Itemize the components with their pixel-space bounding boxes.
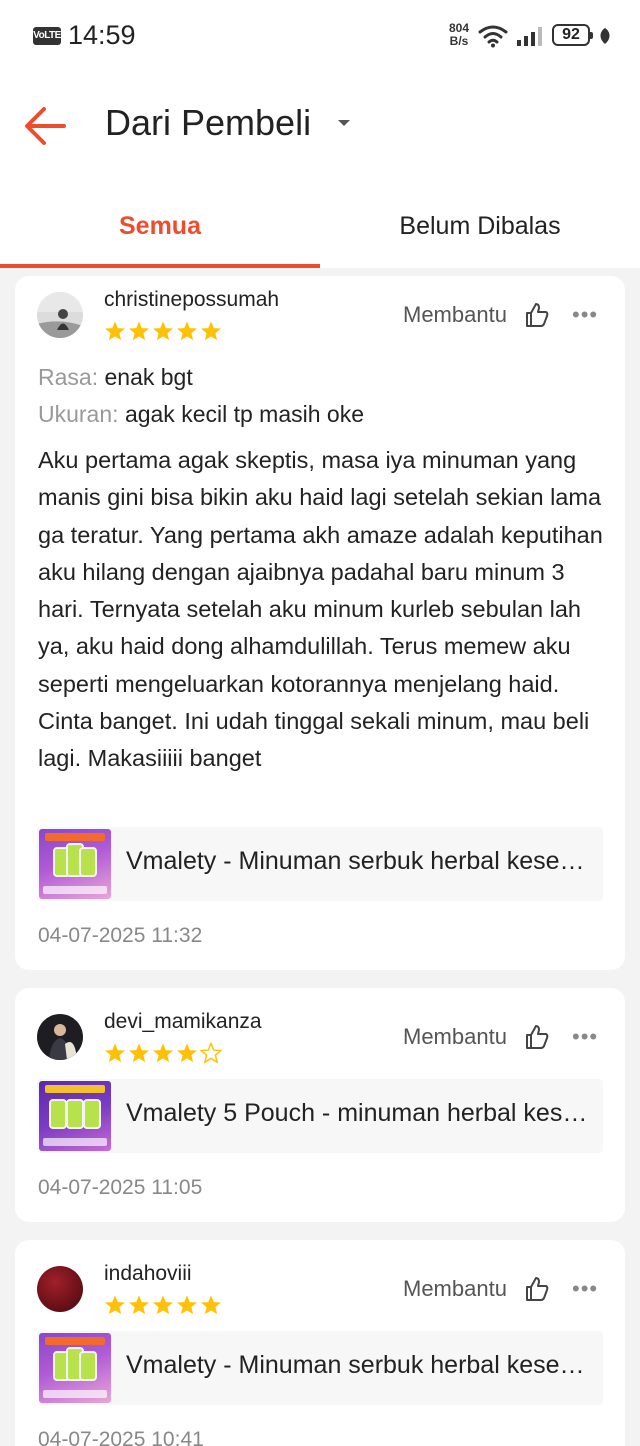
star-filled-icon (129, 321, 149, 341)
star-rating (104, 320, 222, 342)
helpful-button[interactable]: Membantu (403, 1276, 507, 1302)
more-options-button[interactable]: ••• (572, 302, 598, 328)
status-bar: VoLTE 14:59 804 B/s 92 (0, 0, 640, 72)
network-speed: 804 B/s (449, 22, 469, 48)
review-date: 04-07-2025 11:05 (38, 1176, 203, 1199)
product-link[interactable]: Vmalety 5 Pouch - minuman herbal kesehat… (37, 1079, 603, 1153)
star-filled-icon (129, 1295, 149, 1315)
review-date: 04-07-2025 10:41 (38, 1428, 204, 1446)
product-name: Vmalety - Minuman serbuk herbal kesehata… (126, 847, 588, 875)
more-options-button[interactable]: ••• (572, 1024, 598, 1050)
product-thumbnail (39, 829, 111, 899)
signal-icon (517, 27, 542, 46)
battery-indicator: 92 (552, 24, 593, 46)
network-speed-unit: B/s (449, 34, 469, 48)
product-thumbnail (39, 1081, 111, 1151)
reviewer-username: devi_mamikanza (104, 1010, 262, 1033)
page-title[interactable]: Dari Pembeli (105, 102, 311, 144)
back-arrow-icon[interactable] (22, 104, 68, 148)
thumbs-up-icon[interactable] (525, 302, 549, 328)
product-name: Vmalety 5 Pouch - minuman herbal kesehat… (126, 1099, 588, 1127)
review-card: indahoviii Membantu ••• Vmalety - Minuma… (15, 1240, 625, 1446)
review-body: Aku pertama agak skeptis, masa iya minum… (38, 447, 603, 772)
star-filled-icon (129, 1043, 149, 1063)
volte-icon: VoLTE (33, 27, 61, 45)
star-filled-icon (153, 321, 173, 341)
reviewer-username: christinepossumah (104, 288, 280, 311)
tab-belum-dibalas[interactable]: Belum Dibalas (320, 212, 640, 241)
star-filled-icon (201, 1295, 221, 1315)
more-options-button[interactable]: ••• (572, 1276, 598, 1302)
star-empty-icon (200, 1042, 222, 1064)
review-date: 04-07-2025 11:32 (38, 924, 203, 947)
star-filled-icon (153, 1043, 173, 1063)
thumbs-up-icon[interactable] (525, 1024, 549, 1050)
star-filled-icon (105, 1295, 125, 1315)
review-attribute: Rasa: enak bgt (38, 364, 193, 391)
attribute-value: enak bgt (104, 364, 193, 390)
star-filled-icon (201, 321, 221, 341)
review-attribute: Ukuran: agak kecil tp masih oke (38, 401, 364, 428)
helpful-button[interactable]: Membantu (403, 302, 507, 328)
reviewer-username: indahoviii (104, 1262, 192, 1285)
leaf-icon (600, 28, 610, 44)
star-rating (104, 1042, 222, 1064)
chevron-down-icon[interactable] (337, 118, 351, 128)
tab-bar: Semua Belum Dibalas (0, 182, 640, 268)
header: Dari Pembeli (0, 72, 640, 182)
helpful-button[interactable]: Membantu (403, 1024, 507, 1050)
review-card: christinepossumah Membantu ••• Rasa: ena… (15, 276, 625, 970)
avatar (37, 1014, 83, 1060)
star-filled-icon (177, 321, 197, 341)
thumbs-up-icon[interactable] (525, 1276, 549, 1302)
star-filled-icon (153, 1295, 173, 1315)
product-link[interactable]: Vmalety - Minuman serbuk herbal kesehata… (37, 1331, 603, 1405)
active-tab-indicator (0, 264, 320, 268)
product-thumbnail (39, 1333, 111, 1403)
avatar (37, 292, 83, 338)
star-filled-icon (177, 1295, 197, 1315)
tab-semua[interactable]: Semua (0, 212, 320, 241)
star-filled-icon (177, 1043, 197, 1063)
status-time: 14:59 (68, 20, 136, 50)
attribute-value: agak kecil tp masih oke (124, 401, 365, 427)
product-name: Vmalety - Minuman serbuk herbal kesehata… (126, 1351, 588, 1379)
avatar (37, 1266, 83, 1312)
review-card: devi_mamikanza Membantu ••• Vmalety 5 Po… (15, 988, 625, 1222)
star-rating (104, 1294, 222, 1316)
attribute-label: Ukuran: (38, 401, 119, 427)
product-link[interactable]: Vmalety - Minuman serbuk herbal kesehata… (37, 827, 603, 901)
attribute-label: Rasa: (38, 364, 99, 390)
wifi-icon (478, 25, 508, 48)
star-filled-icon (105, 1043, 125, 1063)
star-filled-icon (105, 321, 125, 341)
